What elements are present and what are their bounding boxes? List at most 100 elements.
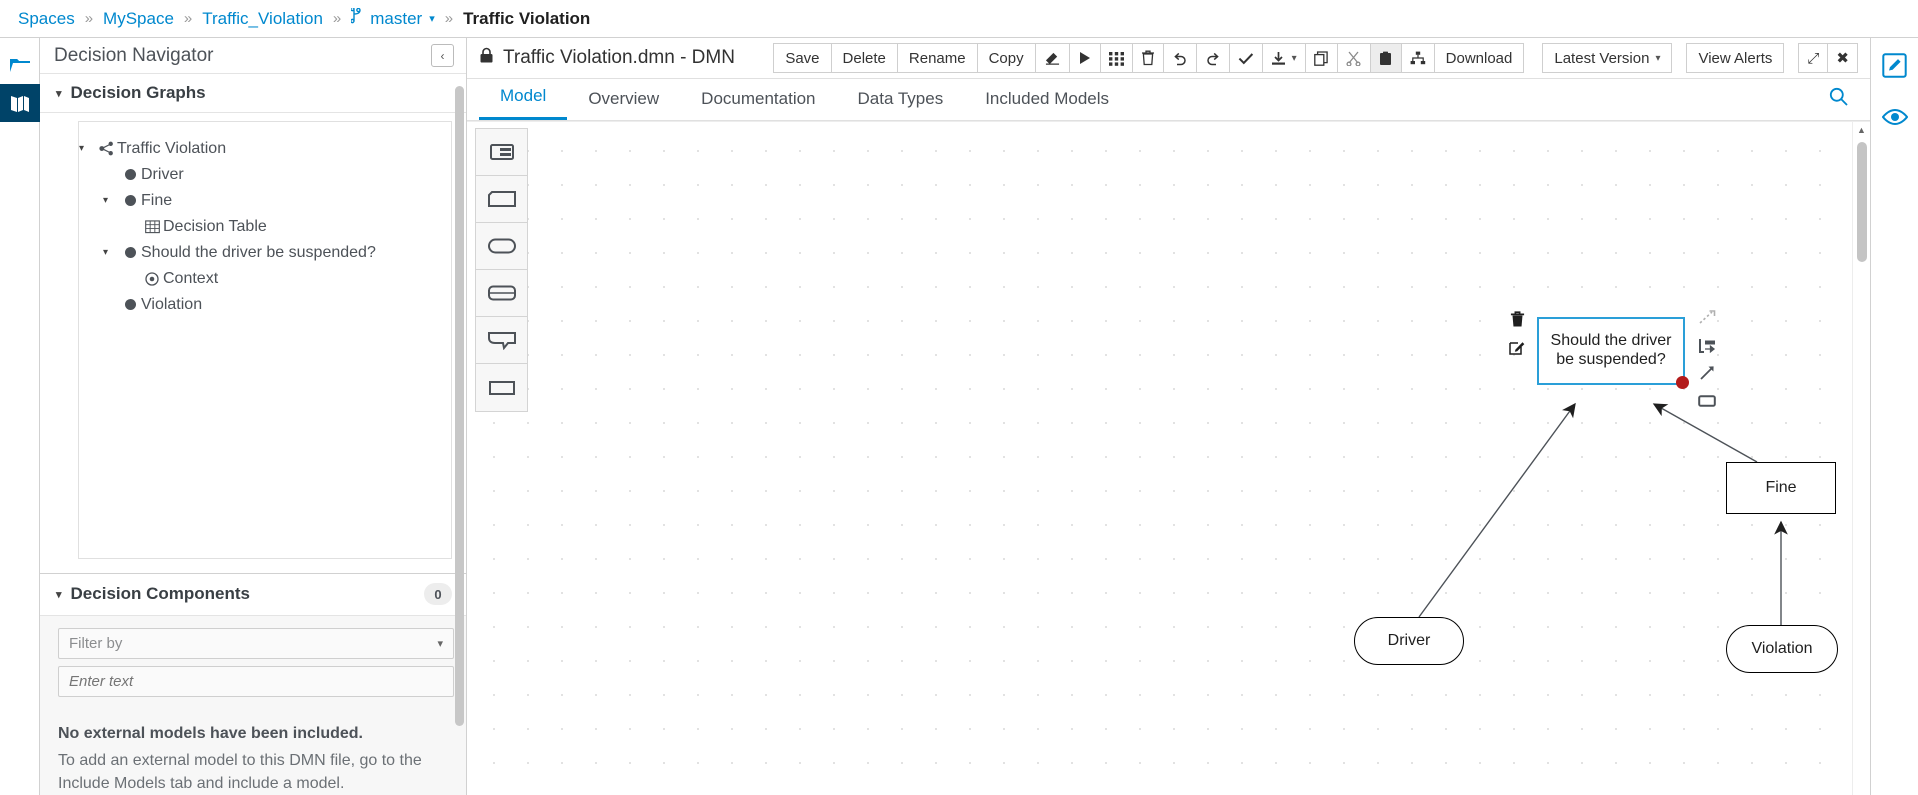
palette-knowledge-source-icon[interactable] — [476, 223, 527, 270]
chevron-down-icon: ▾ — [56, 588, 62, 601]
hierarchy-icon[interactable] — [1400, 43, 1435, 73]
palette-decision-icon[interactable] — [476, 364, 527, 411]
diagram-node-fine[interactable]: Fine — [1726, 462, 1836, 514]
breadcrumb-separator: » — [183, 10, 193, 27]
window-controls-group: ⤢ ✖ — [1798, 43, 1858, 73]
rename-button[interactable]: Rename — [896, 43, 978, 73]
right-icon-rail — [1870, 38, 1918, 795]
close-icon[interactable]: ✖ — [1827, 43, 1858, 73]
node-delete-trash-icon[interactable] — [1507, 309, 1527, 329]
node-create-arrow-icon[interactable] — [1697, 363, 1717, 383]
search-icon[interactable] — [1829, 87, 1848, 120]
diagram-node-label: Driver — [1387, 632, 1431, 649]
chevron-down-icon[interactable]: ▾ — [103, 247, 119, 258]
version-group: Latest Version ▾ — [1542, 43, 1673, 73]
save-button[interactable]: Save — [773, 43, 832, 73]
dmn-canvas-area: Should the driver be suspended? Fine Dri… — [467, 121, 1870, 795]
editor-title: Traffic Violation.dmn - DMN — [479, 47, 735, 70]
diagram-connectors — [1418, 402, 1788, 625]
navigator-scrollbar-thumb[interactable] — [455, 86, 464, 726]
tab-data-types[interactable]: Data Types — [837, 89, 965, 120]
empty-state-body: To add an external model to this DMN fil… — [58, 751, 422, 792]
tree-item-driver[interactable]: ▾ Driver — [79, 162, 451, 188]
decision-components-panel: ▾ Decision Components 0 Filter by ▾ No e… — [40, 572, 466, 795]
decision-components-count-badge: 0 — [424, 583, 452, 606]
tab-overview[interactable]: Overview — [567, 89, 680, 120]
edit-pencil-icon[interactable] — [1880, 50, 1910, 80]
duplicate-icon[interactable] — [1304, 43, 1338, 73]
canvas-scrollbar-thumb[interactable] — [1857, 142, 1867, 262]
palette-business-knowledge-model-icon[interactable] — [476, 176, 527, 223]
tree-item-label: Should the driver be suspended? — [141, 243, 376, 261]
trash-icon[interactable] — [1131, 43, 1164, 73]
palette-decision-table-icon[interactable] — [476, 129, 527, 176]
chevron-down-icon[interactable]: ▾ — [79, 143, 95, 154]
breadcrumb-item-myspace[interactable]: MySpace — [103, 9, 174, 29]
decision-navigator-icon[interactable] — [0, 84, 40, 122]
maximize-icon[interactable]: ⤢ — [1798, 43, 1829, 73]
dmn-canvas[interactable]: Should the driver be suspended? Fine Dri… — [467, 122, 1852, 795]
view-alerts-button[interactable]: View Alerts — [1686, 43, 1785, 73]
navigator-scrollbar[interactable] — [455, 86, 464, 786]
breadcrumb-item-branch[interactable]: master ▾ — [350, 6, 435, 29]
empty-state-title: No external models have been included. — [58, 724, 363, 742]
tree-item-decision-table[interactable]: ▾ Decision Table — [79, 214, 451, 240]
scroll-up-arrow-icon[interactable]: ▲ — [1853, 122, 1870, 138]
node-create-annotation-icon[interactable] — [1697, 391, 1717, 411]
delete-button[interactable]: Delete — [830, 43, 898, 73]
cut-scissors-icon[interactable] — [1336, 43, 1371, 73]
grid-icon[interactable] — [1099, 43, 1133, 73]
diagram-node-label: Should the driver be suspended? — [1550, 332, 1672, 368]
copy-button[interactable]: Copy — [976, 43, 1036, 73]
editor-title-label: Traffic Violation.dmn - DMN — [503, 47, 735, 68]
tree-item-context[interactable]: ▾ Context — [79, 266, 451, 292]
diagram-node-violation[interactable]: Violation — [1726, 625, 1838, 673]
decision-components-label: Decision Components — [70, 584, 250, 604]
tree-item-label: Decision Table — [163, 217, 267, 235]
play-icon[interactable] — [1068, 43, 1101, 73]
preview-eye-icon[interactable] — [1880, 102, 1910, 132]
latest-version-label: Latest Version — [1554, 49, 1650, 67]
collapse-panel-button[interactable]: ‹ — [431, 44, 454, 68]
breadcrumb-item-traffic-violation-space[interactable]: Traffic_Violation — [202, 9, 323, 29]
canvas-vertical-scrollbar[interactable]: ▲ — [1852, 122, 1870, 795]
tree-item-traffic-violation[interactable]: ▾ Traffic Violation — [79, 136, 451, 162]
tab-model[interactable]: Model — [479, 86, 568, 120]
decision-components-filters: Filter by ▾ — [40, 615, 466, 707]
node-create-decision-icon[interactable] — [1697, 335, 1717, 355]
palette-input-data-icon[interactable] — [476, 270, 527, 317]
breadcrumb-separator: » — [444, 10, 454, 27]
node-edit-icon[interactable] — [1507, 338, 1527, 358]
breadcrumb-item-spaces[interactable]: Spaces — [18, 9, 75, 29]
decision-graphs-section-header[interactable]: ▾ Decision Graphs — [40, 74, 466, 113]
tree-item-violation[interactable]: ▾ Violation — [79, 292, 451, 318]
download-button[interactable]: Download — [1433, 43, 1525, 73]
alerts-group: View Alerts — [1686, 43, 1785, 73]
diagram-node-should-the-driver-be-suspended[interactable]: Should the driver be suspended? — [1509, 309, 1716, 407]
diagram-node-driver[interactable]: Driver — [1354, 617, 1464, 665]
node-resize-handle[interactable] — [1676, 376, 1689, 389]
eraser-icon[interactable] — [1034, 43, 1070, 73]
paste-icon[interactable] — [1369, 43, 1402, 73]
validate-check-icon[interactable] — [1228, 43, 1263, 73]
component-search-input[interactable] — [58, 665, 454, 697]
tab-included-models[interactable]: Included Models — [964, 89, 1130, 120]
latest-version-select[interactable]: Latest Version ▾ — [1542, 43, 1673, 73]
decision-components-section-header[interactable]: ▾ Decision Components 0 — [40, 574, 466, 616]
decision-graph-tree: ▾ Traffic Violation ▾ Driver ▾ Fine ▾ — [78, 120, 452, 559]
chevron-down-icon: ▾ — [429, 13, 435, 25]
project-explorer-icon[interactable] — [0, 46, 40, 84]
filter-by-select[interactable]: Filter by ▾ — [58, 627, 454, 659]
export-download-icon[interactable]: ▾ — [1261, 43, 1306, 73]
chevron-down-icon[interactable]: ▾ — [103, 195, 119, 206]
tab-documentation[interactable]: Documentation — [680, 89, 836, 120]
tree-item-should-the-driver-be-suspended[interactable]: ▾ Should the driver be suspended? — [79, 240, 451, 266]
tree-item-label: Traffic Violation — [117, 139, 227, 157]
redo-icon[interactable] — [1195, 43, 1230, 73]
palette-text-annotation-icon[interactable] — [476, 317, 527, 364]
node-dashed-association-icon[interactable] — [1697, 307, 1717, 327]
undo-icon[interactable] — [1162, 43, 1197, 73]
filter-by-value: Filter by — [69, 634, 123, 652]
tree-item-fine[interactable]: ▾ Fine — [79, 188, 451, 214]
dot-icon — [119, 169, 141, 181]
